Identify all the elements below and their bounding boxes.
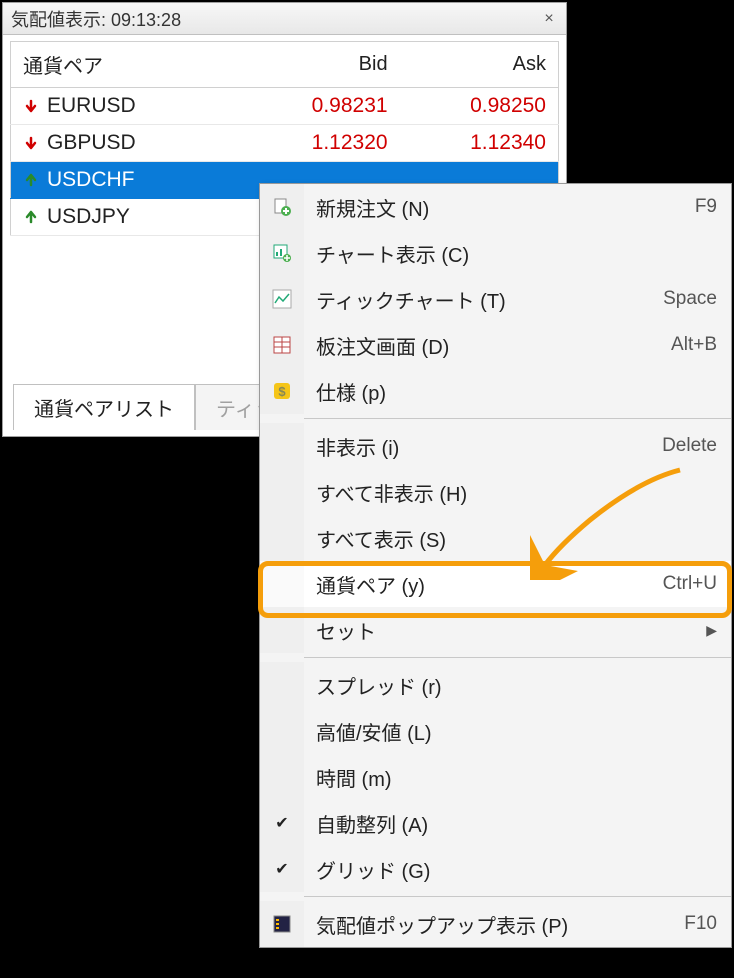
menu-label: 時間 (m) — [304, 763, 717, 792]
menu-item[interactable]: チャート表示 (C) — [260, 230, 731, 276]
blank-icon — [260, 754, 304, 800]
menu-item[interactable]: ✔自動整列 (A) — [260, 800, 731, 846]
blank-icon — [260, 469, 304, 515]
menu-label: 仕様 (p) — [304, 377, 717, 406]
tick-chart-icon — [260, 276, 304, 322]
menu-shortcut: F9 — [695, 196, 717, 218]
menu-item[interactable]: ✔グリッド (G) — [260, 846, 731, 892]
menu-item[interactable]: すべて表示 (S) — [260, 515, 731, 561]
submenu-arrow-icon: ▶ — [700, 622, 717, 639]
col-ask[interactable]: Ask — [400, 42, 559, 88]
menu-item[interactable]: 時間 (m) — [260, 754, 731, 800]
ask-cell: 0.98250 — [400, 88, 559, 125]
check-icon: ✔ — [260, 846, 304, 892]
menu-label: セット — [304, 616, 700, 645]
menu-label: すべて非表示 (H) — [304, 478, 717, 507]
close-icon[interactable]: × — [540, 10, 558, 28]
blank-icon — [260, 662, 304, 708]
table-row[interactable]: EURUSD 0.982310.98250 — [11, 88, 559, 125]
panel-tabs: 通貨ペアリスト ティッ — [13, 384, 296, 430]
menu-label: スプレッド (r) — [304, 671, 717, 700]
arrow-down-icon — [23, 98, 39, 114]
menu-shortcut: Alt+B — [671, 334, 717, 356]
arrow-down-icon — [23, 135, 39, 151]
menu-label: 非表示 (i) — [304, 432, 662, 461]
menu-label: すべて表示 (S) — [304, 524, 717, 553]
arrow-up-icon — [23, 172, 39, 188]
blank-icon — [260, 708, 304, 754]
blank-icon — [260, 423, 304, 469]
tab-symbol-list[interactable]: 通貨ペアリスト — [13, 384, 195, 430]
context-menu[interactable]: 新規注文 (N)F9チャート表示 (C)ティックチャート (T)Space板注文… — [259, 183, 732, 948]
menu-separator — [304, 657, 731, 658]
menu-label: ティックチャート (T) — [304, 285, 663, 314]
panel-title-prefix: 気配値表示: — [11, 10, 111, 30]
menu-item[interactable]: スプレッド (r) — [260, 662, 731, 708]
menu-item[interactable]: すべて非表示 (H) — [260, 469, 731, 515]
menu-label: グリッド (G) — [304, 855, 717, 884]
menu-label: 高値/安値 (L) — [304, 717, 717, 746]
menu-separator — [304, 418, 731, 419]
menu-item[interactable]: 高値/安値 (L) — [260, 708, 731, 754]
col-bid[interactable]: Bid — [241, 42, 400, 88]
symbol-name: USDCHF — [47, 168, 135, 192]
blank-icon — [260, 561, 304, 607]
panel-title: 気配値表示: 09:13:28 — [11, 6, 540, 32]
menu-item[interactable]: セット▶ — [260, 607, 731, 653]
menu-item[interactable]: 気配値ポップアップ表示 (P)F10 — [260, 901, 731, 947]
table-row[interactable]: GBPUSD 1.123201.12340 — [11, 125, 559, 162]
check-icon: ✔ — [260, 800, 304, 846]
menu-shortcut: F10 — [684, 913, 717, 935]
menu-label: 板注文画面 (D) — [304, 331, 671, 360]
symbol-name: USDJPY — [47, 205, 130, 229]
spec-icon: $ — [260, 368, 304, 414]
grid-order-icon — [260, 322, 304, 368]
doc-plus-icon — [260, 184, 304, 230]
bid-cell: 0.98231 — [241, 88, 400, 125]
bid-cell: 1.12320 — [241, 125, 400, 162]
menu-shortcut: Ctrl+U — [663, 573, 717, 595]
blank-icon — [260, 515, 304, 561]
blank-icon — [260, 607, 304, 653]
symbol-name: EURUSD — [47, 94, 136, 118]
menu-item[interactable]: 非表示 (i)Delete — [260, 423, 731, 469]
menu-label: 気配値ポップアップ表示 (P) — [304, 910, 684, 939]
menu-separator — [304, 896, 731, 897]
menu-shortcut: Space — [663, 288, 717, 310]
menu-item[interactable]: 板注文画面 (D)Alt+B — [260, 322, 731, 368]
chart-plus-icon — [260, 230, 304, 276]
menu-item[interactable]: 新規注文 (N)F9 — [260, 184, 731, 230]
menu-label: 自動整列 (A) — [304, 809, 717, 838]
symbol-name: GBPUSD — [47, 131, 136, 155]
table-header-row: 通貨ペア Bid Ask — [11, 42, 559, 88]
popup-icon — [260, 901, 304, 947]
svg-text:$: $ — [278, 384, 286, 399]
menu-item[interactable]: ティックチャート (T)Space — [260, 276, 731, 322]
menu-label: 通貨ペア (y) — [304, 570, 663, 599]
menu-label: チャート表示 (C) — [304, 239, 717, 268]
menu-shortcut: Delete — [662, 435, 717, 457]
col-symbol[interactable]: 通貨ペア — [11, 42, 241, 88]
panel-time: 09:13:28 — [111, 10, 181, 30]
panel-titlebar: 気配値表示: 09:13:28 × — [3, 3, 566, 35]
menu-item[interactable]: $ 仕様 (p) — [260, 368, 731, 414]
ask-cell: 1.12340 — [400, 125, 559, 162]
menu-label: 新規注文 (N) — [304, 193, 695, 222]
menu-item[interactable]: 通貨ペア (y)Ctrl+U — [260, 561, 731, 607]
arrow-up-icon — [23, 209, 39, 225]
